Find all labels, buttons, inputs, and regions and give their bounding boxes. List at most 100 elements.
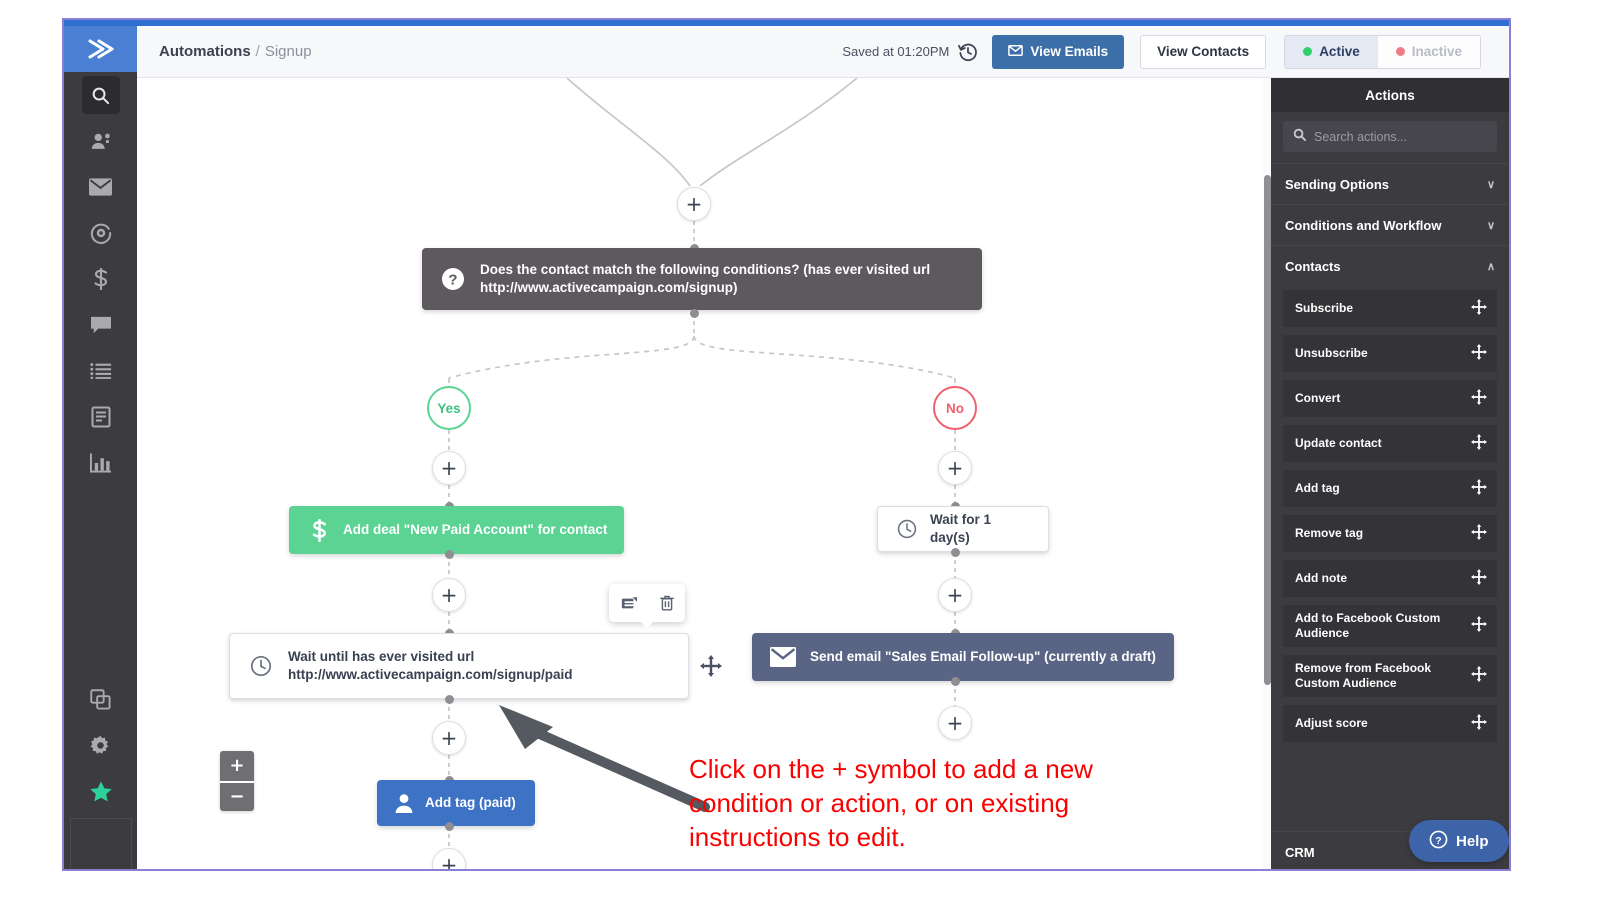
action-item-remove-tag[interactable]: Remove tag bbox=[1283, 515, 1497, 552]
status-dot-inactive bbox=[1395, 47, 1405, 56]
edit-note-icon[interactable] bbox=[621, 596, 637, 611]
move-arrows-icon[interactable] bbox=[1467, 666, 1487, 686]
automation-canvas[interactable]: + ? Does the contact match the following… bbox=[137, 78, 1237, 869]
breadcrumb: Automations / Signup bbox=[159, 43, 312, 60]
sidebar-item-forms[interactable] bbox=[64, 394, 137, 440]
move-arrows-icon[interactable] bbox=[700, 655, 722, 677]
help-button-label: Help bbox=[1456, 832, 1489, 850]
condition-node[interactable]: ? Does the contact match the following c… bbox=[422, 248, 982, 310]
add-step-plus-no-3[interactable]: + bbox=[938, 706, 972, 740]
breadcrumb-separator: / bbox=[255, 43, 260, 60]
connector-dot bbox=[951, 548, 960, 557]
move-arrows-icon[interactable] bbox=[1467, 343, 1487, 364]
add-step-plus-no-2[interactable]: + bbox=[938, 578, 972, 612]
actions-panel-title: Actions bbox=[1271, 78, 1509, 112]
view-contacts-button[interactable]: View Contacts bbox=[1140, 34, 1267, 69]
move-arrows-icon[interactable] bbox=[1467, 616, 1487, 636]
move-arrows-icon[interactable] bbox=[1467, 433, 1487, 454]
add-step-plus-top[interactable]: + bbox=[677, 187, 711, 221]
action-item-label: Add note bbox=[1295, 571, 1347, 585]
rail-placeholder bbox=[70, 818, 132, 869]
action-item-add-note[interactable]: Add note bbox=[1283, 560, 1497, 597]
send-email-node-label: Send email "Sales Email Follow-up" (curr… bbox=[810, 648, 1156, 664]
group-contacts[interactable]: Contacts ∧ bbox=[1271, 245, 1509, 286]
move-arrows-icon[interactable] bbox=[1467, 568, 1487, 589]
view-emails-button[interactable]: View Emails bbox=[992, 34, 1125, 69]
brand-logo-icon[interactable] bbox=[64, 26, 137, 72]
move-arrows-icon[interactable] bbox=[1467, 523, 1487, 544]
branch-yes-node[interactable]: Yes bbox=[427, 386, 471, 430]
action-item-convert[interactable]: Convert bbox=[1283, 380, 1497, 417]
action-item-update-contact[interactable]: Update contact bbox=[1283, 425, 1497, 462]
page-header: Automations / Signup Saved at 01:20PM View… bbox=[137, 26, 1509, 78]
chat-icon bbox=[90, 315, 112, 335]
move-arrows-icon[interactable] bbox=[1467, 713, 1487, 734]
sidebar-item-contacts[interactable] bbox=[64, 118, 137, 164]
add-deal-node-label: Add deal "New Paid Account" for contact bbox=[343, 521, 608, 537]
sidebar-item-search[interactable] bbox=[64, 72, 137, 118]
star-icon bbox=[89, 781, 112, 802]
add-step-plus-yes-1[interactable]: + bbox=[432, 451, 466, 485]
sidebar-item-deals[interactable] bbox=[64, 256, 137, 302]
sidebar-item-campaigns[interactable] bbox=[64, 164, 137, 210]
branch-no-node[interactable]: No bbox=[933, 386, 977, 430]
question-mark-icon: ? bbox=[436, 266, 470, 292]
wait-duration-node[interactable]: Wait for 1 day(s) bbox=[877, 506, 1049, 552]
action-item-subscribe[interactable]: Subscribe bbox=[1283, 290, 1497, 327]
canvas-zoom-controls: + − bbox=[220, 751, 254, 811]
status-active-label: Active bbox=[1319, 44, 1360, 59]
add-step-plus-yes-2[interactable]: + bbox=[432, 578, 466, 612]
group-conditions-workflow[interactable]: Conditions and Workflow ∨ bbox=[1271, 204, 1509, 245]
connector-dot bbox=[690, 309, 699, 318]
left-navigation-rail bbox=[64, 26, 137, 869]
add-step-plus-no-1[interactable]: + bbox=[938, 451, 972, 485]
status-active-button[interactable]: Active bbox=[1285, 35, 1378, 68]
sidebar-item-lists[interactable] bbox=[64, 348, 137, 394]
connector-dot bbox=[445, 695, 454, 704]
action-item-add-tag[interactable]: Add tag bbox=[1283, 470, 1497, 507]
status-toggle: Active Inactive bbox=[1284, 34, 1481, 69]
move-arrows-icon[interactable] bbox=[1467, 478, 1487, 499]
question-circle-icon: ? bbox=[1429, 830, 1448, 853]
move-arrows-icon[interactable] bbox=[1467, 298, 1487, 319]
group-sending-options[interactable]: Sending Options ∨ bbox=[1271, 163, 1509, 204]
sidebar-item-settings[interactable] bbox=[64, 722, 137, 768]
connector-dot bbox=[951, 677, 960, 686]
action-item-label: Subscribe bbox=[1295, 301, 1354, 315]
status-inactive-button[interactable]: Inactive bbox=[1377, 35, 1480, 68]
sidebar-item-apps[interactable] bbox=[64, 676, 137, 722]
help-button[interactable]: ? Help bbox=[1409, 820, 1509, 862]
breadcrumb-root[interactable]: Automations bbox=[159, 43, 251, 60]
page-icon bbox=[91, 406, 111, 428]
wait-until-node[interactable]: Wait until has ever visited url http://w… bbox=[229, 633, 689, 699]
zoom-out-button[interactable]: − bbox=[220, 781, 254, 811]
search-input[interactable]: Search actions... bbox=[1283, 121, 1497, 152]
add-step-plus-yes-3[interactable]: + bbox=[432, 721, 466, 755]
sidebar-item-favorites[interactable] bbox=[64, 768, 137, 814]
history-clock-icon[interactable] bbox=[958, 42, 978, 62]
group-sending-options-label: Sending Options bbox=[1285, 176, 1389, 192]
trash-icon[interactable] bbox=[659, 595, 674, 611]
action-item-add-facebook-audience[interactable]: Add to Facebook Custom Audience bbox=[1283, 605, 1497, 647]
action-item-remove-facebook-audience[interactable]: Remove from Facebook Custom Audience bbox=[1283, 655, 1497, 697]
add-deal-node[interactable]: Add deal "New Paid Account" for contact bbox=[289, 506, 624, 554]
sidebar-item-reports[interactable] bbox=[64, 440, 137, 486]
search-icon bbox=[1293, 128, 1306, 146]
bar-chart-icon bbox=[90, 453, 111, 473]
action-item-adjust-score[interactable]: Adjust score bbox=[1283, 705, 1497, 742]
zoom-in-button[interactable]: + bbox=[220, 751, 254, 781]
connector-dot bbox=[445, 550, 454, 559]
sidebar-item-automations[interactable] bbox=[64, 210, 137, 256]
group-conditions-workflow-label: Conditions and Workflow bbox=[1285, 217, 1442, 233]
send-email-node[interactable]: Send email "Sales Email Follow-up" (curr… bbox=[752, 633, 1174, 681]
action-item-label: Remove from Facebook Custom Audience bbox=[1295, 661, 1432, 690]
action-item-label: Add tag bbox=[1295, 481, 1340, 495]
search-placeholder: Search actions... bbox=[1314, 129, 1408, 144]
clock-icon bbox=[892, 518, 922, 540]
view-contacts-label: View Contacts bbox=[1157, 44, 1250, 59]
action-item-unsubscribe[interactable]: Unsubscribe bbox=[1283, 335, 1497, 372]
panel-scrollbar-thumb[interactable] bbox=[1264, 175, 1271, 685]
action-item-label: Convert bbox=[1295, 391, 1341, 405]
sidebar-item-conversations[interactable] bbox=[64, 302, 137, 348]
move-arrows-icon[interactable] bbox=[1467, 388, 1487, 409]
